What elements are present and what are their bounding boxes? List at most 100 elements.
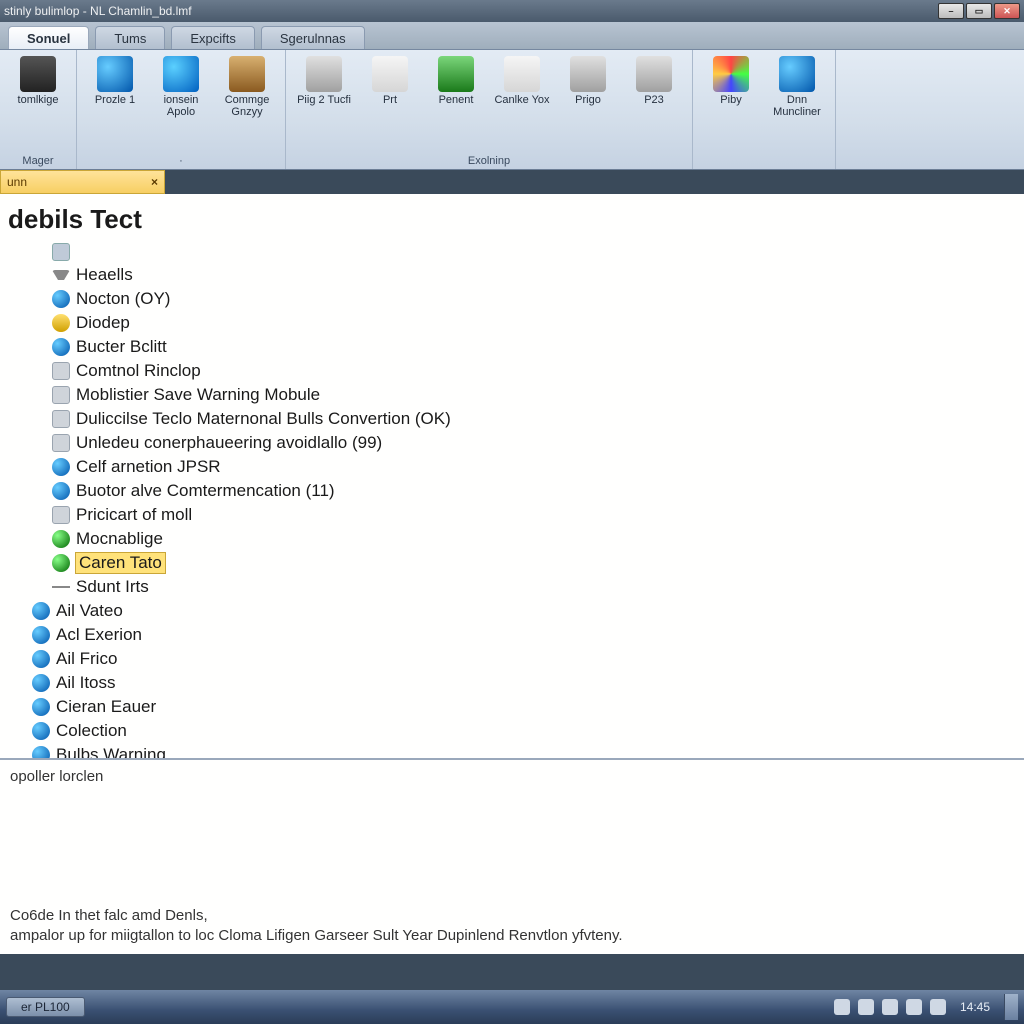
ribbon-group-label: ·: [85, 153, 277, 167]
tree-item[interactable]: Bucter Bclitt: [6, 335, 1014, 359]
tree-item-label: Celf arnetion JPSR: [76, 457, 221, 477]
tray-icon[interactable]: [858, 999, 874, 1015]
ribbon-btn-piig2[interactable]: Piig 2 Tucfi: [294, 54, 354, 108]
ribbon-btn-piby-icon: [713, 56, 749, 92]
tree-item[interactable]: Ail Itoss: [6, 671, 1014, 695]
ribbon-btn-ionsein-apolo-label: ionsein Apolo: [153, 94, 209, 118]
tree-item-label: Sdunt Irts: [76, 577, 149, 597]
ribbon-btn-prt-label: Prt: [383, 94, 397, 106]
tree-item-label: Heaells: [76, 265, 133, 285]
ribbon-btn-commge-gnzyy-icon: [229, 56, 265, 92]
taskbar-task[interactable]: er PL100: [6, 997, 85, 1017]
tree-item-label: Moblistier Save Warning Mobule: [76, 385, 320, 405]
tree-item[interactable]: Cieran Eauer: [6, 695, 1014, 719]
side-panel-close-icon[interactable]: ×: [151, 175, 158, 189]
tree-item-icon: [32, 698, 50, 716]
ribbon-btn-ionsein-apolo-icon: [163, 56, 199, 92]
close-button[interactable]: ✕: [994, 3, 1020, 19]
taskbar: er PL100 14:45: [0, 990, 1024, 1024]
ribbon-btn-canlke-yox[interactable]: Canlke Yox: [492, 54, 552, 108]
ribbon-btn-piig2-icon: [306, 56, 342, 92]
ribbon-btn-canlke-yox-label: Canlke Yox: [494, 94, 549, 106]
tree-item[interactable]: Comtnol Rinclop: [6, 359, 1014, 383]
tree-item[interactable]: Duliccilse Teclo Maternonal Bulls Conver…: [6, 407, 1014, 431]
tree-item-label: Nocton (OY): [76, 289, 170, 309]
workspace: debils Tect HeaellsNocton (OY)DiodepBuct…: [0, 194, 1024, 954]
ribbon-btn-dnn-muncliner[interactable]: Dnn Muncliner: [767, 54, 827, 120]
details-line-2: ampalor up for miigtallon to loc Cloma L…: [10, 926, 1014, 946]
system-tray: 14:45: [834, 994, 1018, 1020]
tray-icon[interactable]: [882, 999, 898, 1015]
titlebar: stinly bulimlop - NL Chamlin_bd.lmf – ▭ …: [0, 0, 1024, 22]
tab-expcifts[interactable]: Expcifts: [171, 26, 255, 49]
tree-item-icon: [52, 530, 70, 548]
tree-item-icon: [52, 434, 70, 452]
ribbon-btn-tomlkige[interactable]: tomlkige: [8, 54, 68, 108]
tree-item-label: Mocnablige: [76, 529, 163, 549]
tree-item[interactable]: Diodep: [6, 311, 1014, 335]
show-desktop-button[interactable]: [1004, 994, 1018, 1020]
ribbon-btn-prigo-label: Prigo: [575, 94, 601, 106]
ribbon-btn-ionsein-apolo[interactable]: ionsein Apolo: [151, 54, 211, 120]
tree-item-icon: [52, 314, 70, 332]
tray-icon[interactable]: [906, 999, 922, 1015]
ribbon-btn-prozle1-label: Prozle 1: [95, 94, 135, 106]
ribbon-btn-p23[interactable]: P23: [624, 54, 684, 108]
tree-item-label: Ail Itoss: [56, 673, 116, 693]
ribbon-btn-prigo[interactable]: Prigo: [558, 54, 618, 108]
minimize-button[interactable]: –: [938, 3, 964, 19]
tree-item[interactable]: Nocton (OY): [6, 287, 1014, 311]
tray-icon[interactable]: [930, 999, 946, 1015]
tree-item[interactable]: Acl Exerion: [6, 623, 1014, 647]
ribbon-btn-prozle1[interactable]: Prozle 1: [85, 54, 145, 108]
tree-item[interactable]: Mocnablige: [6, 527, 1014, 551]
tree-item[interactable]: Sdunt Irts: [6, 575, 1014, 599]
tree-item-label: Pricicart of moll: [76, 505, 192, 525]
tree-item[interactable]: Caren Tato: [6, 551, 1014, 575]
tree-item-icon: [32, 626, 50, 644]
tree-item-icon: [52, 410, 70, 428]
tree-item-label: Comtnol Rinclop: [76, 361, 201, 381]
tree-item[interactable]: Unledeu conerphaueering avoidlallo (99): [6, 431, 1014, 455]
window-title: stinly bulimlop - NL Chamlin_bd.lmf: [4, 4, 192, 18]
ribbon-group-label: [701, 165, 827, 167]
tree-item[interactable]: [6, 241, 1014, 263]
tab-sgerulnnas[interactable]: Sgerulnnas: [261, 26, 365, 49]
tab-sonuel[interactable]: Sonuel: [8, 26, 89, 49]
ribbon-btn-commge-gnzyy[interactable]: Commge Gnzyy: [217, 54, 277, 120]
ribbon-btn-prt[interactable]: Prt: [360, 54, 420, 108]
ribbon-btn-dnn-muncliner-label: Dnn Muncliner: [769, 94, 825, 118]
tree-item[interactable]: Heaells: [6, 263, 1014, 287]
tree-item[interactable]: Ail Vateo: [6, 599, 1014, 623]
tree-item-label: Acl Exerion: [56, 625, 142, 645]
ribbon-btn-penent[interactable]: Penent: [426, 54, 486, 108]
tree-item[interactable]: Buotor alve Comtermencation (11): [6, 479, 1014, 503]
details-heading: opoller lorclen: [10, 768, 1014, 785]
tree-item[interactable]: Colection: [6, 719, 1014, 743]
tree-item-icon: [52, 458, 70, 476]
ribbon-group: Prozle 1 ionsein Apolo Commge Gnzyy ·: [77, 50, 286, 169]
tree-pane: debils Tect HeaellsNocton (OY)DiodepBuct…: [0, 194, 1024, 758]
ribbon-group: Piig 2 TucfiPrtPenentCanlke YoxPrigoP23E…: [286, 50, 693, 169]
tree-item[interactable]: Moblistier Save Warning Mobule: [6, 383, 1014, 407]
tree-item[interactable]: Celf arnetion JPSR: [6, 455, 1014, 479]
tree-item[interactable]: Bulbs Warning: [6, 743, 1014, 758]
tree-item-label: Unledeu conerphaueering avoidlallo (99): [76, 433, 382, 453]
tab-tums[interactable]: Tums: [95, 26, 165, 49]
tree-item-label: Duliccilse Teclo Maternonal Bulls Conver…: [76, 409, 451, 429]
maximize-button[interactable]: ▭: [966, 3, 992, 19]
ribbon-btn-tomlkige-label: tomlkige: [18, 94, 59, 106]
tree-item-icon: [52, 506, 70, 524]
tree-item[interactable]: Pricicart of moll: [6, 503, 1014, 527]
tree-item[interactable]: Ail Frico: [6, 647, 1014, 671]
ribbon-btn-penent-icon: [438, 56, 474, 92]
tree-item-icon: [52, 554, 70, 572]
tree-item-label: Colection: [56, 721, 127, 741]
tree-item-label: Bulbs Warning: [56, 745, 166, 758]
details-line-1: Co6de In thet falc amd Denls,: [10, 906, 1014, 926]
tree-item-label: Cieran Eauer: [56, 697, 156, 717]
tray-icon[interactable]: [834, 999, 850, 1015]
ribbon-btn-piby[interactable]: Piby: [701, 54, 761, 108]
tree-item-label: Diodep: [76, 313, 130, 333]
ribbon-btn-tomlkige-icon: [20, 56, 56, 92]
